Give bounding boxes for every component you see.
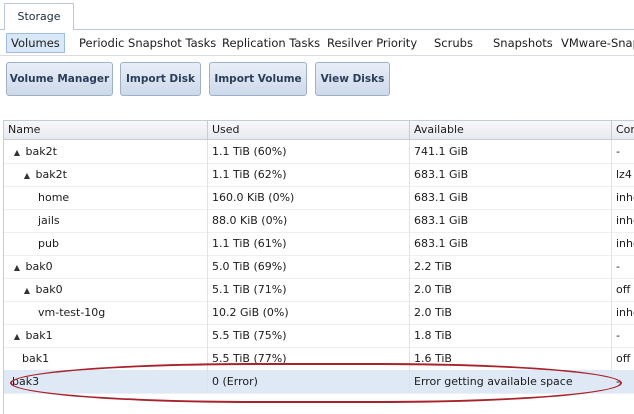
top-tab-divider: [0, 29, 634, 30]
table-row[interactable]: home 160.0 KiB (0%)683.1 GiBinhe: [4, 186, 634, 210]
cell-used: 160.0 KiB (0%): [208, 186, 410, 209]
cell-used: 5.5 TiB (77%): [208, 347, 410, 370]
cell-name: pub: [4, 232, 208, 255]
cell-name: home: [4, 186, 208, 209]
cell-available: 683.1 GiB: [410, 232, 612, 255]
table-row[interactable]: ▲ bak1 5.5 TiB (75%) 1.8 TiB -: [4, 324, 634, 348]
expand-triangle-icon[interactable]: ▲: [12, 325, 22, 347]
subtab-replication-tasks[interactable]: Replication Tasks: [218, 33, 324, 53]
expand-triangle-icon[interactable]: ▲: [22, 164, 32, 186]
cell-available: 2.0 TiB: [410, 301, 612, 324]
cell-compression: -: [612, 324, 634, 347]
cell-compression: inhe: [612, 186, 634, 209]
row-name-label: jails: [38, 214, 60, 227]
cell-compression: -: [612, 140, 634, 163]
table-row[interactable]: ▲ bak2t 1.1 TiB (60%) 741.1 GiB -: [4, 140, 634, 164]
volume-manager-button[interactable]: Volume Manager: [6, 62, 113, 96]
subtab-volumes[interactable]: Volumes: [6, 33, 65, 53]
subtab-scrubs[interactable]: Scrubs: [430, 33, 477, 53]
table-header: Name Used Available Com: [4, 121, 634, 140]
table-row[interactable]: pub 1.1 TiB (61%)683.1 GiBinhe: [4, 232, 634, 256]
table-row[interactable]: bak3 0 (Error) Error getting available spa…: [4, 370, 634, 394]
cell-used: 1.1 TiB (60%): [208, 140, 410, 163]
row-name-label: bak2t: [35, 168, 67, 181]
cell-used: 5.5 TiB (75%): [208, 324, 410, 347]
cell-available: 2.0 TiB: [410, 278, 612, 301]
cell-name: bak3: [4, 370, 208, 393]
cell-name: ▲ bak2t: [4, 140, 208, 163]
table-row[interactable]: ▲ bak0 5.0 TiB (69%) 2.2 TiB -: [4, 255, 634, 279]
table-row[interactable]: vm-test-10g 10.2 GiB (0%)2.0 TiBinhe: [4, 301, 634, 325]
subtab-snapshots[interactable]: Snapshots: [489, 33, 557, 53]
cell-used: 1.1 TiB (62%): [208, 163, 410, 186]
row-name-label: bak0: [35, 283, 63, 296]
cell-compression: -: [612, 255, 634, 278]
cell-used: 5.0 TiB (69%): [208, 255, 410, 278]
expand-triangle-icon[interactable]: ▲: [22, 279, 32, 301]
cell-compression: off: [612, 278, 634, 301]
column-header-available[interactable]: Available: [410, 121, 612, 139]
cell-name: ▲ bak1: [4, 324, 208, 347]
table-row[interactable]: ▲ bak0 5.1 TiB (71%) 2.0 TiB off: [4, 278, 634, 302]
cell-compression: inhe: [612, 209, 634, 232]
row-name-label: vm-test-10g: [38, 306, 106, 319]
cell-name: jails: [4, 209, 208, 232]
cell-used: 88.0 KiB (0%): [208, 209, 410, 232]
expand-triangle-icon[interactable]: ▲: [12, 256, 22, 278]
cell-used: 5.1 TiB (71%): [208, 278, 410, 301]
row-name-label: bak1: [25, 329, 53, 342]
row-name-label: bak1: [22, 352, 50, 365]
cell-name: vm-test-10g: [4, 301, 208, 324]
volumes-table: Name Used Available Com ▲ bak2t1.1 TiB (…: [3, 120, 634, 414]
expand-triangle-icon[interactable]: ▲: [12, 141, 22, 163]
cell-compression: off: [612, 347, 634, 370]
row-name-label: bak3: [12, 375, 40, 388]
cell-used: 10.2 GiB (0%): [208, 301, 410, 324]
table-row[interactable]: ▲ bak2t 1.1 TiB (62%) 683.1 GiB lz4: [4, 163, 634, 187]
cell-available: 1.6 TiB: [410, 347, 612, 370]
row-name-label: home: [38, 191, 70, 204]
table-row[interactable]: bak1 5.5 TiB (77%) 1.6 TiB off: [4, 347, 634, 371]
cell-compression: lz4: [612, 163, 634, 186]
column-header-name[interactable]: Name: [4, 121, 208, 139]
top-tab-strip: [0, 0, 634, 30]
import-volume-button[interactable]: Import Volume: [209, 62, 307, 96]
cell-used: 1.1 TiB (61%): [208, 232, 410, 255]
cell-compression: inhe: [612, 232, 634, 255]
cell-available: 1.8 TiB: [410, 324, 612, 347]
row-name-label: bak2t: [25, 145, 57, 158]
column-header-compression[interactable]: Com: [612, 121, 634, 139]
subtab-vmware-snapshots[interactable]: VMware-Snap: [557, 33, 634, 53]
cell-available: 741.1 GiB: [410, 140, 612, 163]
cell-compression: -: [612, 370, 634, 393]
cell-available: 2.2 TiB: [410, 255, 612, 278]
cell-available: 683.1 GiB: [410, 209, 612, 232]
volumes-toolbar: Volume Manager Import Disk Import Volume…: [0, 56, 634, 120]
column-header-used[interactable]: Used: [208, 121, 410, 139]
view-disks-button[interactable]: View Disks: [315, 62, 390, 96]
table-row[interactable]: jails 88.0 KiB (0%)683.1 GiBinhe: [4, 209, 634, 233]
cell-name: ▲ bak0: [4, 255, 208, 278]
subtab-resilver-priority[interactable]: Resilver Priority: [323, 33, 421, 53]
cell-available: 683.1 GiB: [410, 186, 612, 209]
cell-name: ▲ bak2t: [4, 163, 208, 186]
cell-available: 683.1 GiB: [410, 163, 612, 186]
storage-subtabs: Volumes Periodic Snapshot Tasks Replicat…: [0, 31, 634, 55]
cell-name: bak1: [4, 347, 208, 370]
cell-compression: inhe: [612, 301, 634, 324]
subtab-periodic-snapshot-tasks[interactable]: Periodic Snapshot Tasks: [75, 33, 220, 53]
row-name-label: bak0: [25, 260, 53, 273]
tab-storage[interactable]: Storage: [4, 3, 74, 29]
cell-used: 0 (Error): [208, 370, 410, 393]
cell-available: Error getting available space: [410, 370, 612, 393]
row-name-label: pub: [38, 237, 59, 250]
import-disk-button[interactable]: Import Disk: [120, 62, 201, 96]
cell-name: ▲ bak0: [4, 278, 208, 301]
